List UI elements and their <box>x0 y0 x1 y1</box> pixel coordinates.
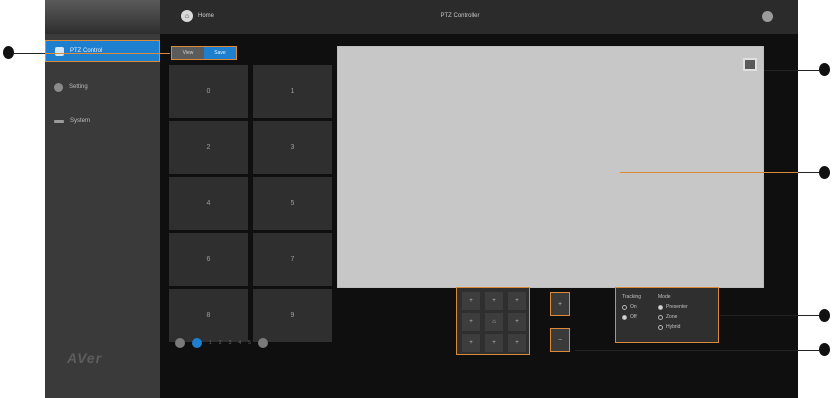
option-label: Hybrid <box>666 324 681 330</box>
mode-column: Mode Presenter Zone Hybrid <box>658 294 688 334</box>
pager-page[interactable]: 3 <box>229 340 232 346</box>
option-label: Zone <box>666 314 678 320</box>
callout-line <box>14 53 45 54</box>
preset-pager: 1 2 3 4 5 <box>175 338 268 348</box>
gear-icon <box>54 82 63 92</box>
radio-icon <box>622 304 627 310</box>
system-icon <box>54 119 64 123</box>
camera-icon <box>55 46 64 56</box>
pager-page[interactable]: 4 <box>238 340 241 346</box>
preset-button[interactable]: 7 <box>253 233 332 286</box>
radio-icon <box>658 324 663 330</box>
pan-up-button[interactable]: + <box>485 292 503 310</box>
pan-left-button[interactable]: + <box>462 313 480 331</box>
pan-right-button[interactable]: + <box>508 313 526 331</box>
zoom-out-button[interactable]: − <box>550 328 570 352</box>
brand-logo: AVer <box>67 350 103 366</box>
pager-page[interactable]: 1 <box>209 340 212 346</box>
sidebar-item-ptz-control[interactable]: PTZ Control <box>45 40 160 62</box>
pan-up-right-button[interactable]: + <box>508 292 526 310</box>
callout-line <box>575 350 819 351</box>
callout-line <box>798 172 819 173</box>
callout-line <box>45 53 170 54</box>
mode-presenter-option[interactable]: Presenter <box>658 304 688 310</box>
zoom-in-button[interactable]: + <box>550 292 570 316</box>
callout-line <box>720 315 819 316</box>
mode-hybrid-option[interactable]: Hybrid <box>658 324 688 330</box>
preset-button[interactable]: 4 <box>169 177 248 230</box>
callout-marker <box>819 166 830 179</box>
home-position-button[interactable]: ⌂ <box>485 313 503 331</box>
preset-button[interactable]: 2 <box>169 121 248 174</box>
pan-down-button[interactable]: + <box>485 334 503 352</box>
pager-page[interactable]: 5 <box>248 340 251 346</box>
preset-button[interactable]: 8 <box>169 289 248 342</box>
radio-selected-icon <box>658 304 663 310</box>
preset-button[interactable]: 9 <box>253 289 332 342</box>
preset-button[interactable]: 1 <box>253 65 332 118</box>
ptz-keypad: + + + + ⌂ + + + + <box>456 287 530 355</box>
preset-button[interactable]: 5 <box>253 177 332 230</box>
tracking-options: Tracking On Off Mode Presenter Zone Hybr… <box>615 287 719 343</box>
page-title: PTZ Controller <box>440 13 480 19</box>
top-bar: ⌂ Home PTZ Controller <box>160 0 798 34</box>
mode-zone-option[interactable]: Zone <box>658 314 688 320</box>
sidebar-item-system[interactable]: System <box>45 110 160 132</box>
callout-marker <box>819 343 830 356</box>
sidebar-item-label: System <box>70 118 91 124</box>
callout-marker <box>819 63 830 76</box>
pan-down-right-button[interactable]: + <box>508 334 526 352</box>
home-label: Home <box>198 13 215 19</box>
pager-current-button[interactable] <box>192 338 202 348</box>
camera-preview <box>337 46 764 288</box>
option-label: On <box>630 304 637 310</box>
app-window: PTZ Control Setting System AVer ⌂ Home P… <box>45 0 798 398</box>
callout-line <box>764 70 819 71</box>
tracking-off-option[interactable]: Off <box>622 314 641 320</box>
home-button[interactable]: ⌂ Home <box>181 10 214 22</box>
preset-button[interactable]: 6 <box>169 233 248 286</box>
preset-grid: 0 1 2 3 4 5 6 7 8 9 <box>169 65 332 346</box>
pager-page[interactable]: 2 <box>219 340 222 346</box>
pager-prev-button[interactable] <box>175 338 185 348</box>
radio-selected-icon <box>622 314 627 320</box>
pan-up-left-button[interactable]: + <box>462 292 480 310</box>
sidebar-header <box>45 0 160 34</box>
page: PTZ Control Setting System AVer ⌂ Home P… <box>0 0 832 398</box>
sidebar: PTZ Control Setting System AVer <box>45 0 160 398</box>
tracking-column: Tracking On Off <box>622 294 641 324</box>
preset-tabs: View Save <box>171 46 237 60</box>
radio-icon <box>658 314 663 320</box>
settings-icon[interactable] <box>762 11 773 22</box>
preset-button[interactable]: 3 <box>253 121 332 174</box>
callout-marker <box>819 309 830 322</box>
home-icon: ⌂ <box>181 10 193 22</box>
option-label: Off <box>630 314 637 320</box>
sidebar-item-setting[interactable]: Setting <box>45 76 160 98</box>
tracking-on-option[interactable]: On <box>622 304 641 310</box>
pager-next-button[interactable] <box>257 338 268 348</box>
callout-marker <box>3 46 14 59</box>
mode-title: Mode <box>658 294 671 300</box>
sidebar-item-label: Setting <box>69 84 88 90</box>
tab-save[interactable]: Save <box>204 47 236 59</box>
tracking-title: Tracking <box>622 294 641 300</box>
pan-down-left-button[interactable]: + <box>462 334 480 352</box>
option-label: Presenter <box>666 304 688 310</box>
callout-line <box>620 172 798 173</box>
preset-button[interactable]: 0 <box>169 65 248 118</box>
fullscreen-icon[interactable] <box>743 58 757 71</box>
tab-view[interactable]: View <box>172 47 204 59</box>
